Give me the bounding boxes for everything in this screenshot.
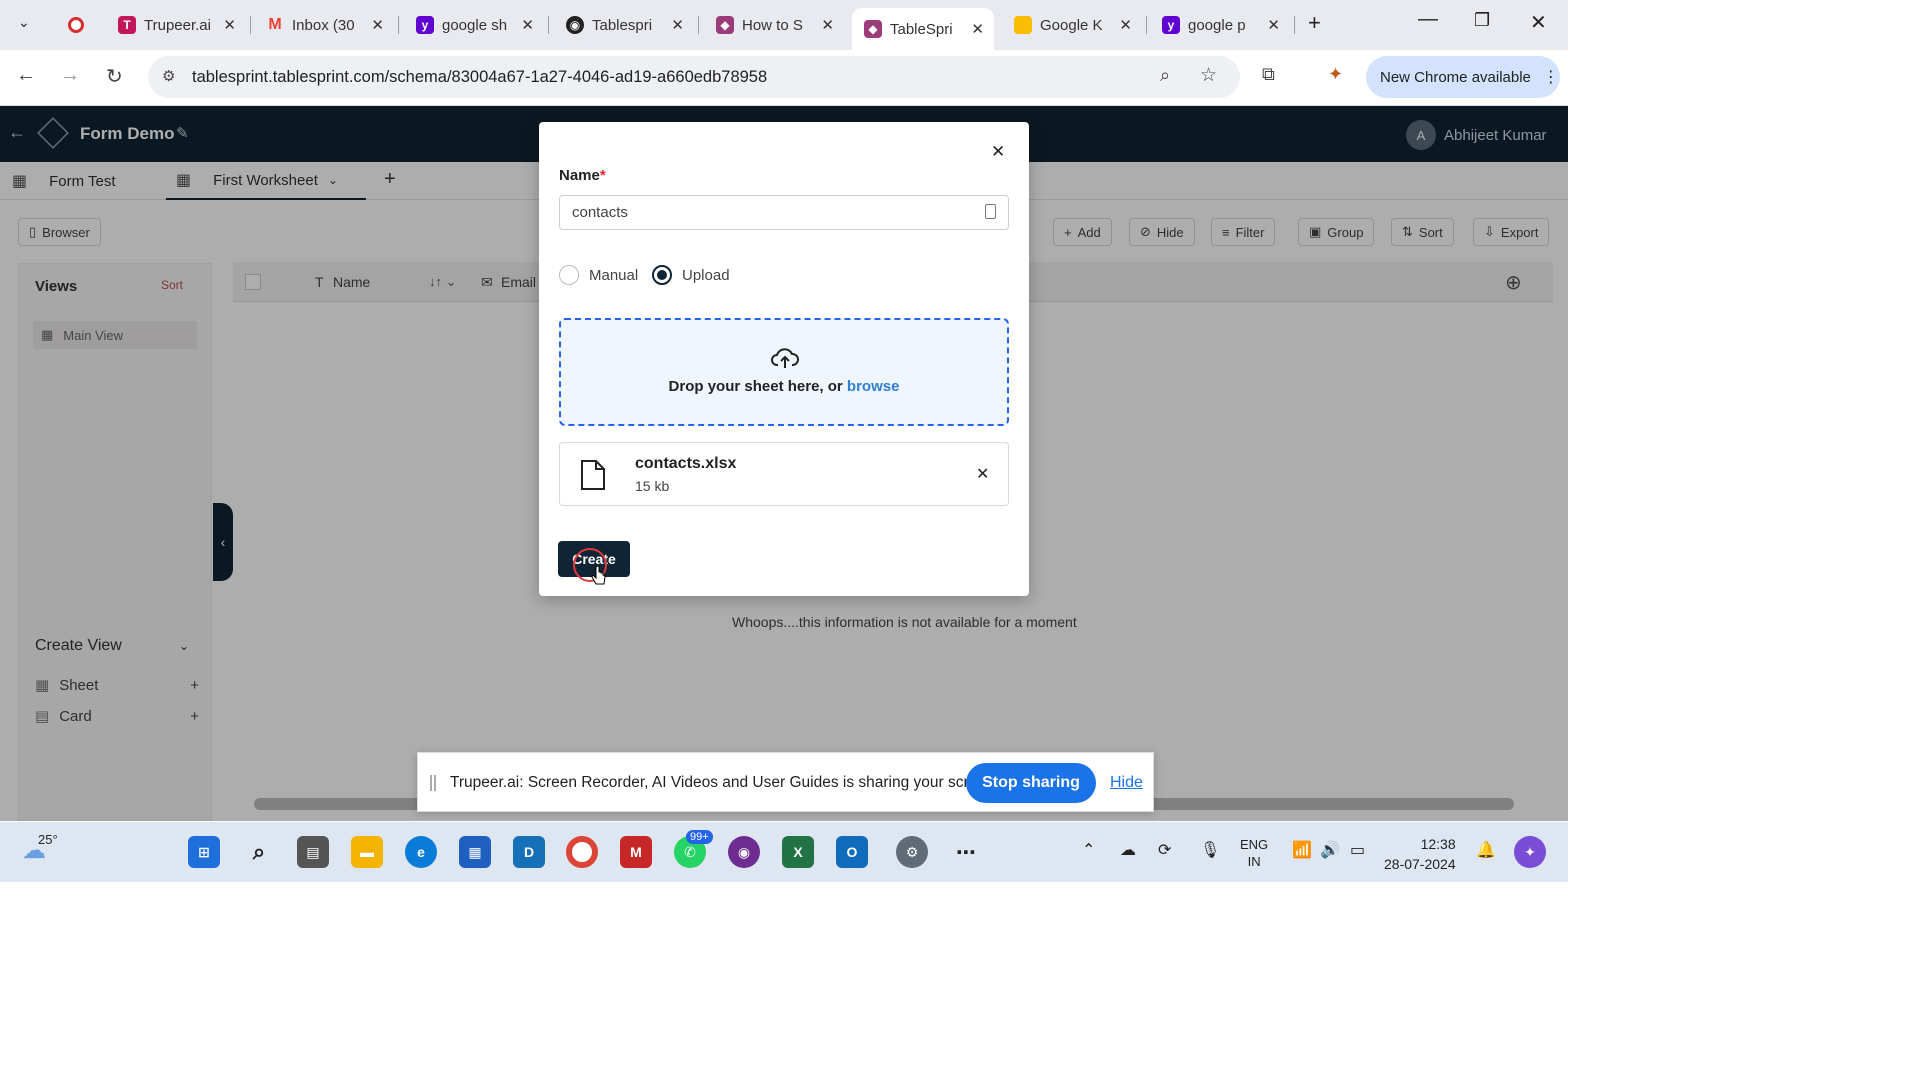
notifications-bell-icon[interactable]: 🔔 [1476, 840, 1496, 860]
tab-trupeer[interactable]: T Trupeer.ai ✕ [106, 8, 246, 42]
trupeer-icon: T [118, 16, 136, 34]
edge-icon[interactable]: e [405, 836, 437, 868]
copilot-icon[interactable]: ✦ [1514, 836, 1546, 868]
radio-circle-selected [652, 265, 672, 285]
close-icon[interactable]: ✕ [671, 16, 684, 34]
tab-inbox[interactable]: M Inbox (30 ✕ [254, 8, 394, 42]
profile-extension-icon[interactable]: ✦ [1328, 64, 1343, 85]
github-desktop-icon[interactable]: ◉ [728, 836, 760, 868]
sync-icon[interactable]: ⟳ [1158, 840, 1171, 860]
browser-tab-strip: ⌄ T Trupeer.ai ✕ M Inbox (30 ✕ y google … [0, 0, 1568, 50]
mcafee-icon[interactable]: M [620, 836, 652, 868]
drop-zone-text: Drop your sheet here, or browse [668, 378, 900, 395]
site-info-icon[interactable]: ⚙ [162, 67, 175, 85]
close-window-icon[interactable]: ✕ [1530, 10, 1547, 35]
file-name: contacts.xlsx [635, 455, 737, 472]
tab-google-sh[interactable]: y google sh ✕ [404, 8, 544, 42]
back-icon[interactable]: ← [16, 64, 36, 87]
windows-taskbar: ☁ 25° ⊞ ⌕ ▤ ▬ e ▦ D M ✆ 99+ ◉ X O ⚙ ⋯ ⌃ … [0, 822, 1568, 882]
volume-icon[interactable]: 🔊 [1320, 840, 1340, 860]
clock[interactable]: 12:38 28-07-2024 [1384, 834, 1456, 874]
battery-icon[interactable]: ▭ [1350, 840, 1365, 860]
radio-upload[interactable]: Upload [652, 265, 730, 285]
tablesprint-icon: ◆ [716, 16, 734, 34]
chevron-up-icon[interactable]: ⌃ [1082, 840, 1095, 860]
name-label: Name* [559, 167, 606, 184]
address-bar-row: ← → ↻ ⚙ tablesprint.tablesprint.com/sche… [0, 50, 1568, 106]
zoom-icon[interactable]: ⌕ [1160, 65, 1170, 86]
store-icon[interactable]: ▦ [459, 836, 491, 868]
tab-record[interactable] [56, 8, 96, 42]
forward-icon[interactable]: → [60, 64, 80, 87]
uploaded-file-card: contacts.xlsx 15 kb ✕ [559, 442, 1009, 506]
minimize-icon[interactable]: — [1418, 8, 1438, 31]
github-icon: ◉ [566, 16, 584, 34]
sharing-message: Trupeer.ai: Screen Recorder, AI Videos a… [450, 774, 999, 791]
microphone-icon[interactable]: 🎙 [1200, 840, 1220, 860]
keep-icon [1014, 16, 1032, 34]
tab-google-p[interactable]: y google p ✕ [1150, 8, 1290, 42]
file-explorer-icon[interactable]: ▬ [351, 836, 383, 868]
file-drop-zone[interactable]: Drop your sheet here, or browse [559, 318, 1009, 426]
extensions-icon[interactable]: ⧉ [1262, 64, 1275, 85]
yahoo-icon: y [416, 16, 434, 34]
close-icon[interactable]: ✕ [521, 16, 534, 34]
radio-manual[interactable]: Manual [559, 265, 638, 285]
more-apps-icon[interactable]: ⋯ [950, 836, 982, 868]
hand-cursor-icon [591, 566, 606, 585]
tab-tablesprint-active[interactable]: ◆ TableSpri ✕ [852, 8, 994, 50]
tab-google-keep[interactable]: Google K ✕ [1002, 8, 1142, 42]
hide-sharing-bar-link[interactable]: Hide [1110, 774, 1143, 792]
outlook-icon[interactable]: O [836, 836, 868, 868]
tab-how-to[interactable]: ◆ How to S ✕ [704, 8, 844, 42]
close-icon[interactable]: ✕ [991, 142, 1005, 162]
yahoo-icon: y [1162, 16, 1180, 34]
bookmark-star-icon[interactable]: ☆ [1200, 64, 1217, 87]
start-icon[interactable]: ⊞ [188, 836, 220, 868]
restore-icon[interactable]: ❐ [1474, 10, 1490, 31]
weather-temp: 25° [38, 832, 58, 847]
notification-badge: 99+ [686, 830, 713, 844]
tab-github[interactable]: ◉ Tablespri ✕ [554, 8, 694, 42]
name-input[interactable] [559, 195, 1009, 230]
gmail-icon: M [268, 16, 282, 33]
chrome-icon[interactable] [566, 836, 598, 868]
close-icon[interactable]: ✕ [821, 16, 834, 34]
file-icon [581, 460, 605, 490]
reload-icon[interactable]: ↻ [106, 64, 123, 89]
radio-circle [559, 265, 579, 285]
drag-handle[interactable] [430, 775, 436, 791]
excel-icon[interactable]: X [782, 836, 814, 868]
file-size: 15 kb [635, 478, 670, 494]
settings-icon[interactable]: ⚙ [896, 836, 928, 868]
dell-icon[interactable]: D [513, 836, 545, 868]
url-text[interactable]: tablesprint.tablesprint.com/schema/83004… [192, 68, 767, 87]
tab-search-icon[interactable]: ⌄ [18, 14, 30, 31]
more-menu-icon[interactable]: ⋮ [1543, 67, 1559, 87]
new-tab-icon[interactable]: + [1308, 10, 1321, 36]
close-icon[interactable]: ✕ [1119, 16, 1132, 34]
browse-link[interactable]: browse [847, 378, 900, 395]
cloud-upload-icon [771, 348, 799, 368]
language-indicator[interactable]: ENG IN [1240, 836, 1268, 870]
close-icon[interactable]: ✕ [223, 16, 236, 34]
record-icon [68, 17, 84, 33]
onedrive-icon[interactable]: ☁ [1120, 840, 1136, 860]
document-icon [985, 204, 996, 219]
screen-sharing-bar: Trupeer.ai: Screen Recorder, AI Videos a… [417, 752, 1154, 812]
wifi-icon[interactable]: 📶 [1292, 840, 1312, 860]
task-view-icon[interactable]: ▤ [297, 836, 329, 868]
search-icon[interactable]: ⌕ [243, 836, 275, 868]
create-sheet-dialog: ✕ Name* Manual Upload Drop your sheet he… [539, 122, 1029, 596]
new-chrome-available-button[interactable]: New Chrome available ⋮ [1366, 56, 1560, 98]
close-icon[interactable]: ✕ [971, 20, 984, 38]
close-icon[interactable]: ✕ [1267, 16, 1280, 34]
omnibox[interactable]: ⚙ tablesprint.tablesprint.com/schema/830… [148, 56, 1240, 98]
remove-file-icon[interactable]: ✕ [976, 464, 989, 484]
close-icon[interactable]: ✕ [371, 16, 384, 34]
stop-sharing-button[interactable]: Stop sharing [966, 763, 1096, 803]
tablesprint-icon: ◆ [864, 20, 882, 38]
